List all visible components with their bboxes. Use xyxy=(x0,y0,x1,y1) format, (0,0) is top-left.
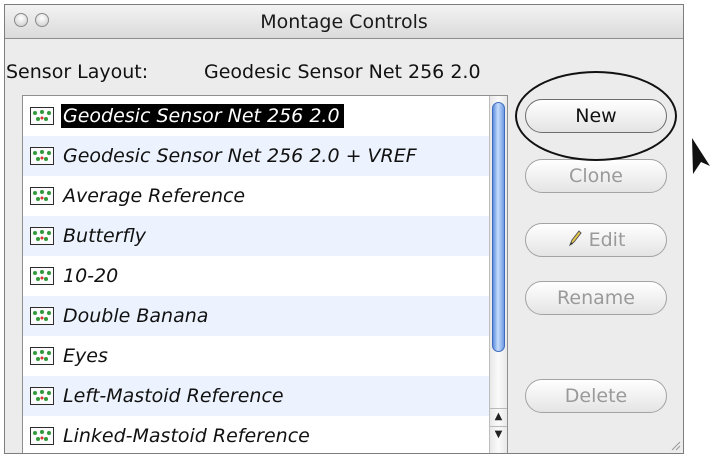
montage-controls-window: Montage Controls Sensor Layout: Geodesic… xyxy=(4,4,684,454)
list-item[interactable]: Average Reference xyxy=(23,176,489,216)
rename-button[interactable]: Rename xyxy=(525,281,667,315)
montage-layout-icon xyxy=(30,227,54,245)
montage-layout-icon xyxy=(30,267,54,285)
list-item[interactable]: Butterfly xyxy=(23,216,489,256)
list-scrollbar[interactable]: ▲ ▼ xyxy=(489,96,507,453)
edit-button-label: Edit xyxy=(588,229,626,251)
scrollbar-thumb[interactable] xyxy=(492,102,505,352)
list-item[interactable]: Left-Mastoid Reference xyxy=(23,376,489,416)
list-item[interactable]: Linked-Mastoid Reference xyxy=(23,416,489,453)
montage-layout-icon xyxy=(30,147,54,165)
highlight-circle-annotation xyxy=(515,71,677,161)
list-item-label: Geodesic Sensor Net 256 2.0 + VREF xyxy=(63,145,417,167)
mouse-pointer-icon xyxy=(692,138,710,174)
montage-layout-icon xyxy=(30,387,54,405)
clone-button[interactable]: Clone xyxy=(525,159,667,193)
sensor-layout-value: Geodesic Sensor Net 256 2.0 xyxy=(204,61,481,83)
list-item-label: Geodesic Sensor Net 256 2.0 xyxy=(61,104,344,128)
list-item-label: Linked-Mastoid Reference xyxy=(63,425,310,447)
list-item[interactable]: Geodesic Sensor Net 256 2.0 xyxy=(23,96,489,136)
list-item-label: Butterfly xyxy=(63,225,146,247)
list-item-label: Double Banana xyxy=(63,305,209,327)
delete-button[interactable]: Delete xyxy=(525,379,667,413)
list-item-label: 10-20 xyxy=(63,265,119,287)
montage-layout-icon xyxy=(30,107,54,125)
edit-button[interactable]: Edit xyxy=(525,223,667,257)
montage-layout-icon xyxy=(30,307,54,325)
pencil-icon xyxy=(567,225,583,257)
title-bar[interactable]: Montage Controls xyxy=(5,5,683,39)
window-title: Montage Controls xyxy=(260,11,428,33)
list-item[interactable]: 10-20 xyxy=(23,256,489,296)
list-item[interactable]: Geodesic Sensor Net 256 2.0 + VREF xyxy=(23,136,489,176)
list-item-label: Average Reference xyxy=(63,185,246,207)
list-item[interactable]: Double Banana xyxy=(23,296,489,336)
sensor-layout-label: Sensor Layout: xyxy=(6,61,149,83)
scroll-down-arrow-icon[interactable]: ▼ xyxy=(490,426,507,442)
scroll-up-arrow-icon[interactable]: ▲ xyxy=(490,408,507,424)
montage-layout-icon xyxy=(30,347,54,365)
list-item-label: Left-Mastoid Reference xyxy=(63,385,284,407)
resize-grip-icon[interactable] xyxy=(669,439,681,451)
montage-list[interactable]: Geodesic Sensor Net 256 2.0 Geodesic Sen… xyxy=(22,95,508,453)
list-item[interactable]: Eyes xyxy=(23,336,489,376)
montage-layout-icon xyxy=(30,187,54,205)
montage-layout-icon xyxy=(30,427,54,445)
list-item-label: Eyes xyxy=(63,345,108,367)
